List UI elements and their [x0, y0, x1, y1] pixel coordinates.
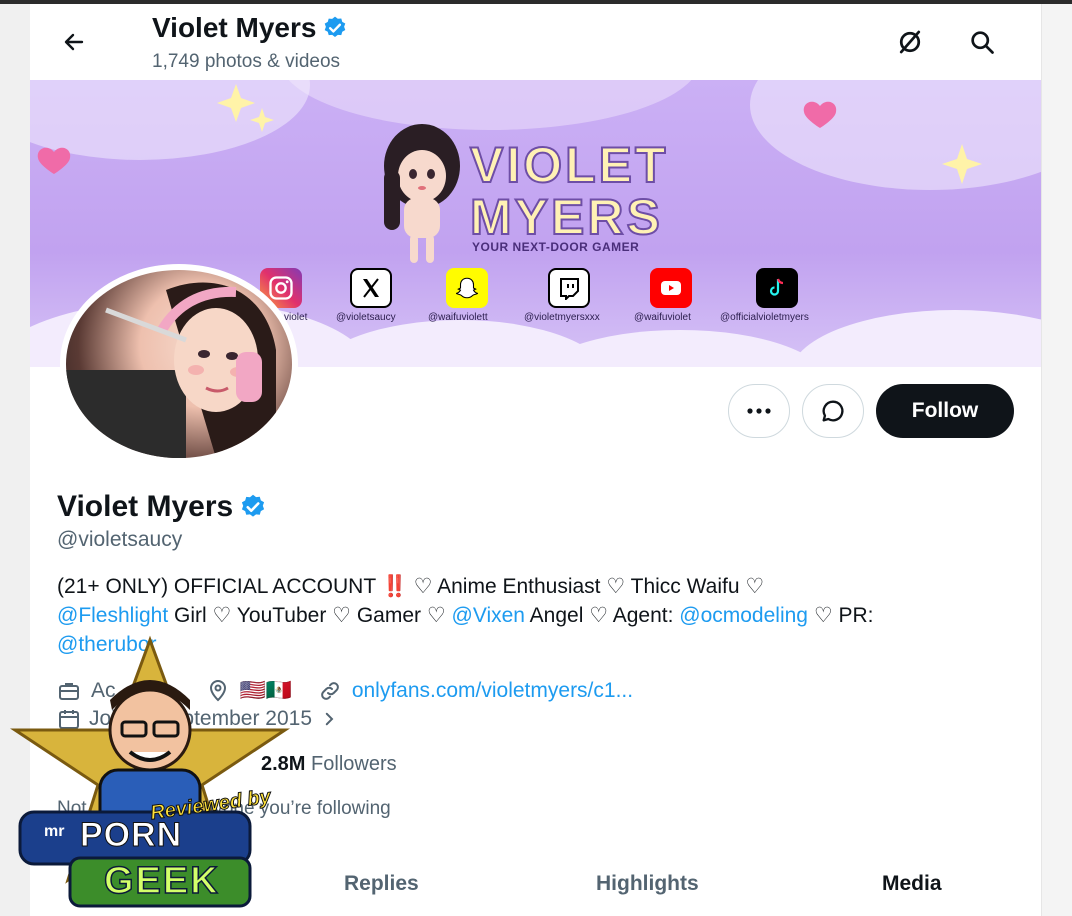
- sparkle-icon: [942, 144, 982, 184]
- verified-icon: [242, 494, 265, 517]
- tiktok-icon: [756, 268, 798, 308]
- bio-link-vixen[interactable]: @Vixen: [452, 604, 525, 627]
- grok-slash-icon[interactable]: [892, 24, 928, 60]
- right-gutter: [1041, 4, 1072, 916]
- tab-highlights[interactable]: Highlights: [596, 872, 699, 896]
- avatar-illustration: [66, 282, 276, 458]
- watermark-geek: GEEK: [103, 859, 220, 903]
- twitch-icon: [548, 268, 590, 308]
- banner-title-line1: VIOLET: [469, 137, 669, 193]
- bio-text: Girl ♡ YouTuber ♡ Gamer ♡: [168, 604, 452, 627]
- heart-icon: [803, 101, 837, 128]
- sparkle-icon: [217, 84, 255, 122]
- social-handle: violet: [284, 312, 308, 323]
- profile-handle: @violetsaucy: [57, 528, 183, 551]
- avatar-photo: [66, 270, 292, 458]
- youtube-icon: [650, 268, 692, 308]
- avatar[interactable]: [60, 264, 298, 464]
- bio-link-fleshlight[interactable]: @Fleshlight: [57, 604, 168, 627]
- more-button[interactable]: [728, 384, 790, 438]
- header-title: Violet Myers: [152, 12, 348, 44]
- reviewed-by-watermark: Reviewed by mr PORN GEEK: [0, 630, 300, 916]
- chibi-character-illustration: [384, 124, 460, 263]
- bio-text: ♡ Anime Enthusiast ♡ Thicc Waifu ♡: [407, 575, 765, 598]
- bio-text: Angel ♡ Agent:: [524, 604, 680, 627]
- arrow-left-icon[interactable]: [56, 24, 92, 60]
- profile-header: Violet Myers 1,749 photos & videos: [30, 4, 1041, 80]
- tab-media[interactable]: Media: [882, 872, 942, 896]
- follow-button[interactable]: Follow: [876, 384, 1014, 438]
- bio-emoji: ‼️: [381, 575, 408, 598]
- bio-text: ♡ PR:: [807, 604, 874, 627]
- heart-icon: [37, 147, 71, 174]
- watermark-mr: mr: [44, 823, 65, 840]
- tab-replies[interactable]: Replies: [344, 872, 419, 896]
- social-handle: @waifuviolet: [634, 312, 691, 323]
- website-link[interactable]: onlyfans.com/violetmyers/c1...: [352, 679, 633, 703]
- search-icon[interactable]: [964, 24, 1000, 60]
- message-icon: [822, 400, 844, 422]
- social-handle: @violetmyersxxx: [524, 312, 600, 323]
- social-handle: @waifuviolett: [428, 312, 488, 323]
- watermark-porn: PORN: [79, 816, 183, 855]
- social-handle: @officialvioletmyers: [720, 312, 809, 323]
- verified-icon: [325, 16, 346, 37]
- profile-name: Violet Myers: [57, 490, 234, 523]
- banner-title-line2: MYERS: [469, 189, 663, 245]
- bio-link-ocmodeling[interactable]: @ocmodeling: [679, 604, 808, 627]
- sparkle-icon: [250, 108, 274, 132]
- more-dots-icon: [747, 408, 771, 414]
- snapchat-icon: [446, 268, 488, 308]
- profile-name-row: Violet Myers: [57, 490, 267, 524]
- banner-tagline: YOUR NEXT-DOOR GAMER: [472, 240, 640, 254]
- chevron-right-icon: [325, 712, 334, 726]
- header-media-count: 1,749 photos & videos: [152, 51, 341, 72]
- social-handle: @violetsaucy: [336, 312, 396, 323]
- bio-text: (21+ ONLY) OFFICIAL ACCOUNT: [57, 575, 382, 598]
- followers-label: Followers: [311, 753, 397, 775]
- header-name: Violet Myers: [152, 12, 317, 43]
- x-icon: [350, 268, 392, 308]
- message-button[interactable]: [802, 384, 864, 438]
- link-icon: [320, 682, 339, 700]
